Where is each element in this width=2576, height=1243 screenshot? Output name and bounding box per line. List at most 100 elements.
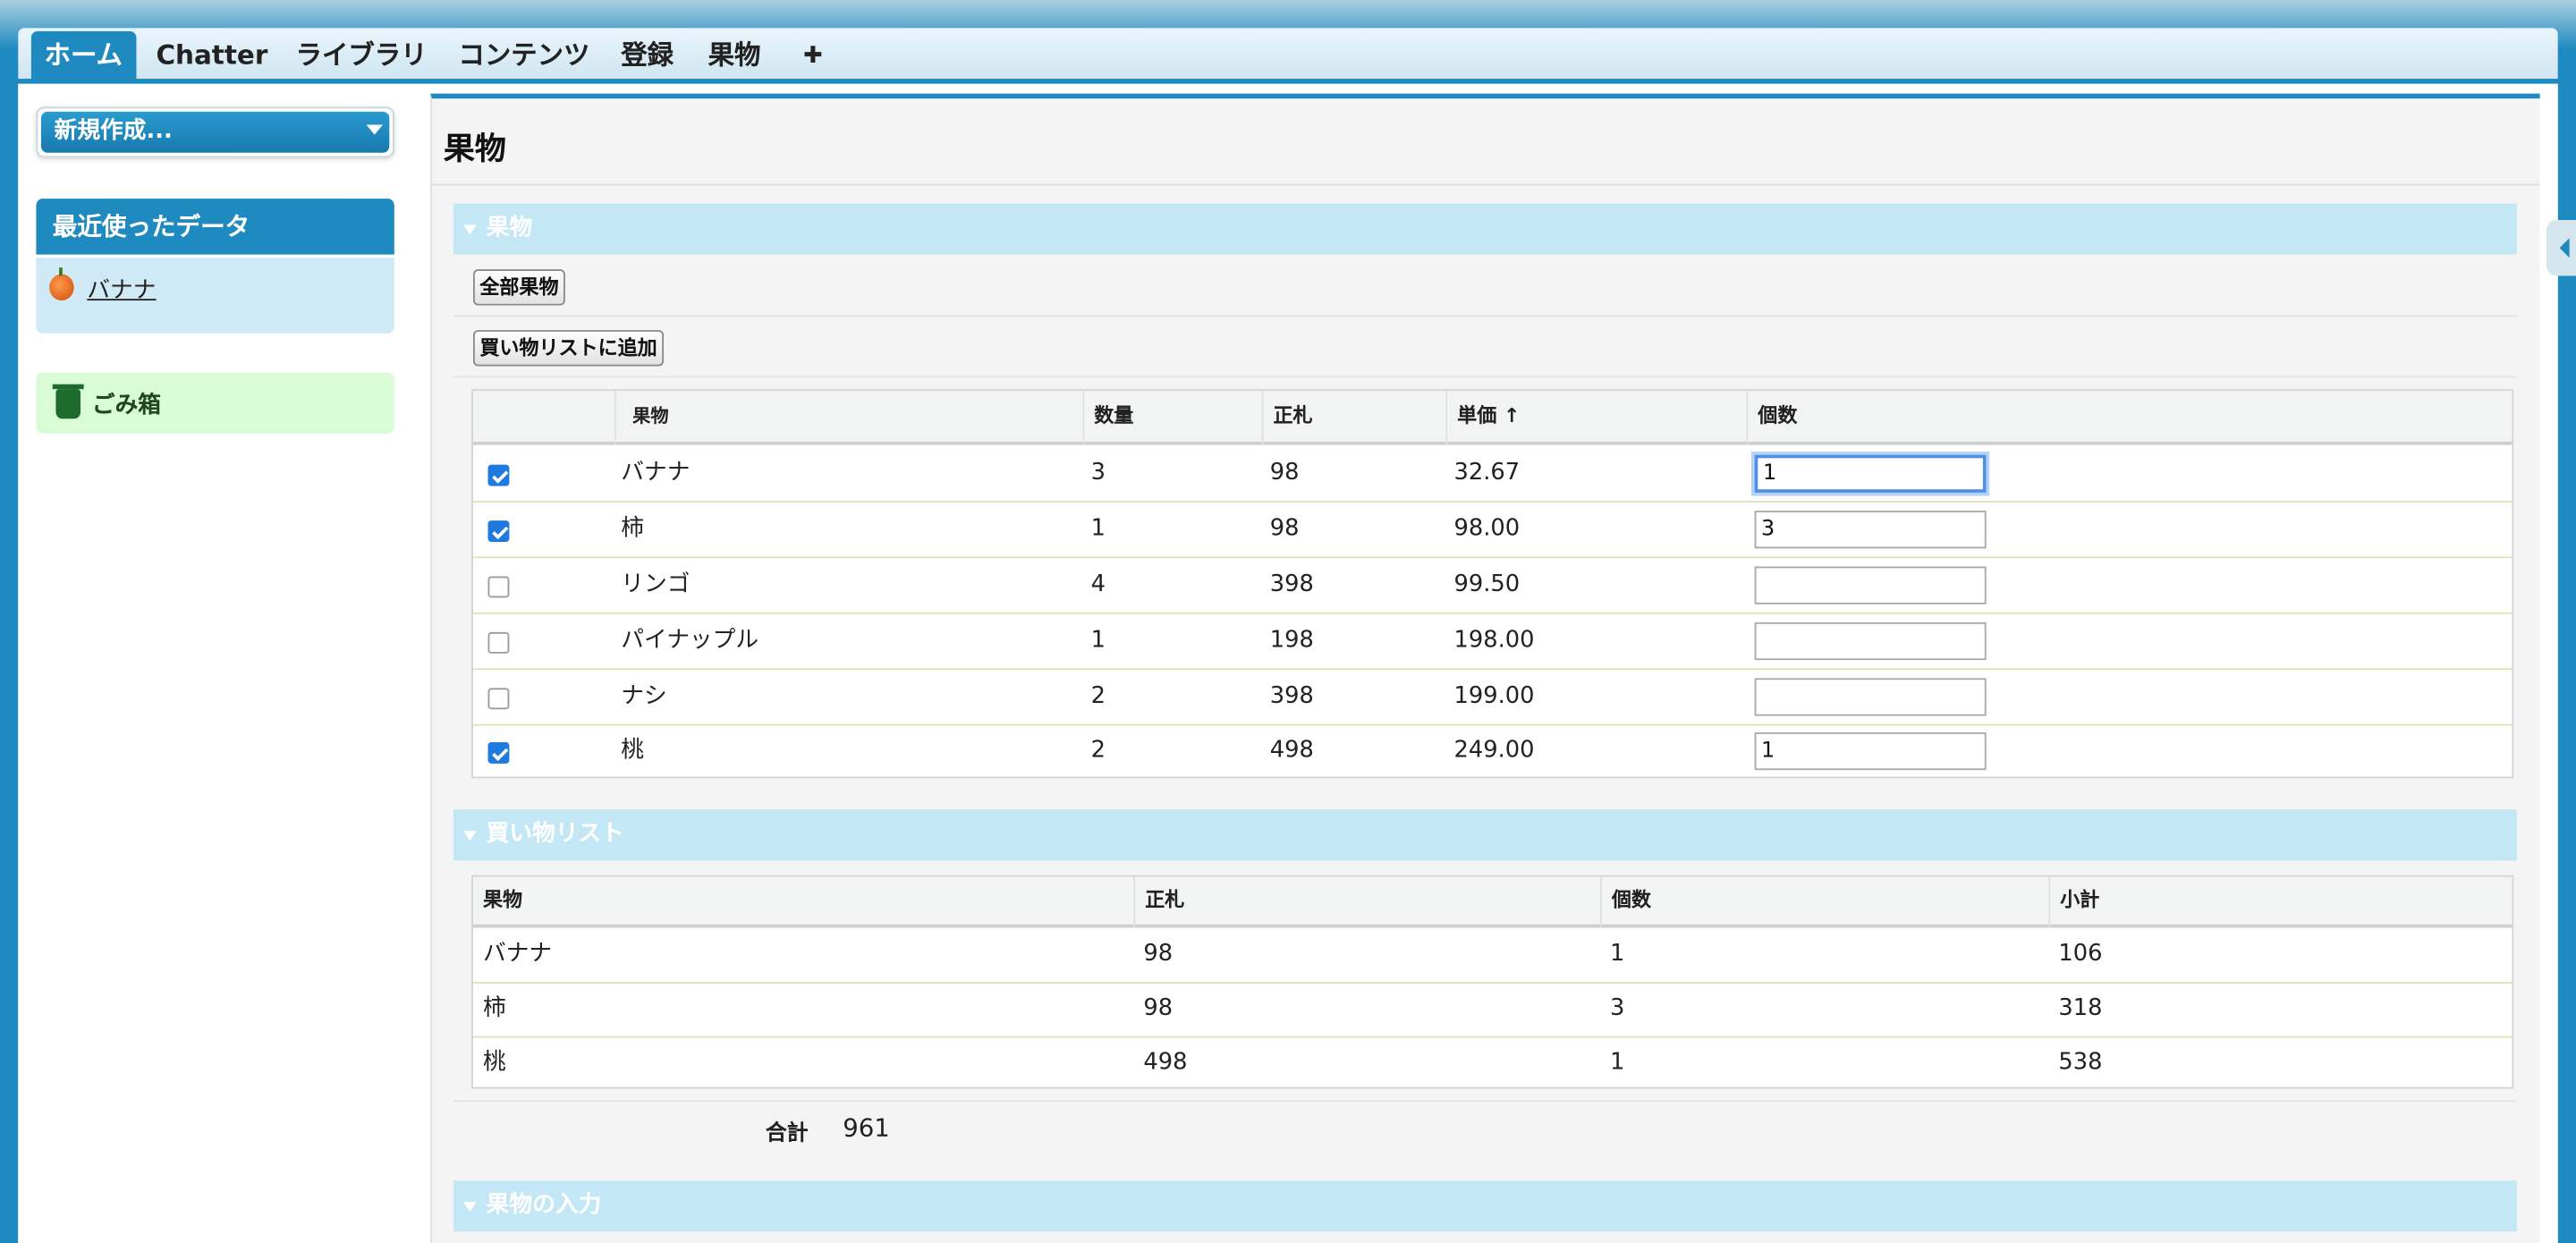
divider [453,376,2517,378]
table-row: 桃 2 498 249.00 1 [473,726,2512,777]
recent-item-link[interactable]: バナナ [87,273,156,306]
recent-items-title: 最近使ったデータ [36,199,394,255]
fruit-name: パイナップル [621,627,759,654]
collapse-sidebar-handle[interactable] [2546,220,2576,276]
fruit-name: バナナ [621,460,691,486]
column-header-count[interactable]: 個数 [1746,391,2512,445]
count: 1 [1610,941,1625,968]
table-row: リンゴ 4 398 99.50 [472,558,2512,614]
count-input[interactable] [1754,622,1987,661]
price: 98 [1143,941,1174,968]
fruit-name: 柿 [621,515,645,542]
section-title: 果物 [486,215,533,241]
column-header-count: 個数 [1599,876,2048,928]
all-fruit-button[interactable]: 全部果物 [472,269,565,306]
count-input[interactable] [1754,678,1987,716]
fruit-name: 柿 [483,994,506,1022]
tab-register[interactable]: 登録 [614,35,680,80]
tab-content[interactable]: コンテンツ [452,35,597,80]
row-checkbox[interactable] [487,741,510,764]
add-tab-icon[interactable]: ✚ [797,35,829,80]
column-header-price: 正札 [1133,876,1600,928]
divider [453,315,2517,317]
divider [453,1100,2517,1103]
section-title: 買い物リスト [486,821,624,848]
table-row: 桃 498 1 538 [473,1037,2512,1087]
tab-bar: ホーム Chatter ライブラリ コンテンツ 登録 果物 ✚ [18,28,2558,84]
price: 498 [1143,1049,1188,1076]
count-input[interactable]: 3 [1754,511,1987,549]
trash-icon [52,384,84,419]
unit-price: 99.50 [1453,571,1521,598]
row-checkbox[interactable] [487,631,510,654]
shopping-list-table: 果物 正札 個数 小計 バナナ 98 1 106 柿 98 3 318 桃 49… [471,875,2514,1089]
add-to-shopping-list-button[interactable]: 買い物リストに追加 [472,330,665,367]
fruit-name: リンゴ [621,571,691,598]
row-checkbox[interactable] [487,520,510,542]
fruit-icon [49,267,74,301]
row-checkbox[interactable] [487,576,510,598]
page-title: 果物 [443,131,506,168]
price: 98 [1269,460,1300,486]
quantity: 1 [1090,627,1106,654]
column-header-subtotal: 小計 [2048,876,2512,928]
fruit-table-header: 果物 数量 正札 単価 ↑ 個数 [472,391,2512,445]
quantity: 4 [1090,571,1106,598]
total-value: 961 [843,1112,890,1143]
tab-library[interactable]: ライブラリ [289,35,434,80]
column-header-price[interactable]: 正札 [1261,391,1446,445]
subtotal: 538 [2058,1049,2103,1076]
fruit-name: ナシ [621,682,667,710]
table-row: ナシ 2 398 199.00 [472,670,2512,726]
row-checkbox[interactable] [487,464,510,486]
section-header-fruit[interactable]: 果物 [453,203,2517,255]
chevron-down-icon [366,124,383,135]
tab-home[interactable]: ホーム [30,30,136,84]
unit-price: 249.00 [1453,737,1535,764]
row-checkbox[interactable] [487,688,510,710]
price: 398 [1269,682,1314,710]
section-title: 果物の入力 [486,1192,602,1219]
table-row: バナナ 98 1 106 [472,929,2512,984]
shopping-table-header: 果物 正札 個数 小計 [472,876,2512,928]
column-header-unit-price[interactable]: 単価 ↑ [1445,391,1746,445]
table-row: バナナ 3 98 32.67 1 [472,446,2512,503]
section-header-fruit-input[interactable]: 果物の入力 [453,1180,2517,1232]
quantity: 3 [1090,460,1106,486]
price: 98 [1143,994,1174,1022]
quantity: 2 [1090,682,1106,710]
count: 1 [1610,1049,1625,1076]
count-input[interactable]: 1 [1754,731,1987,771]
count-input[interactable]: 1 [1754,454,1987,493]
column-header-fruit: 果物 [483,888,523,912]
collapse-caret-icon [462,1202,477,1213]
recycle-bin-label: ごみ箱 [91,392,162,419]
table-row: 柿 98 3 318 [472,984,2512,1038]
price: 498 [1269,737,1314,764]
main-panel: 果物 果物 全部果物 買い物リストに追加 果物 数量 正札 単価 ↑ 個数 バナ… [430,93,2540,1243]
column-header-fruit[interactable]: 果物 [614,391,1082,445]
unit-price: 32.67 [1453,460,1521,486]
price: 98 [1269,515,1300,542]
unit-price: 198.00 [1453,627,1535,654]
price: 398 [1269,571,1314,598]
quantity: 1 [1090,515,1106,542]
table-row: パイナップル 1 198 198.00 [472,614,2512,671]
table-row: 柿 1 98 98.00 3 [472,503,2512,559]
tab-fruit[interactable]: 果物 [701,35,767,80]
fruit-name: バナナ [483,941,553,968]
create-new-dropdown[interactable]: 新規作成... [36,106,394,158]
section-header-shopping-list[interactable]: 買い物リスト [453,809,2517,861]
recycle-bin[interactable]: ごみ箱 [36,372,394,434]
unit-price: 98.00 [1453,515,1521,542]
sidebar: 新規作成... 最近使ったデータ バナナ ごみ箱 [18,84,412,1243]
collapse-caret-icon [462,831,477,841]
fruit-name: 桃 [621,737,645,764]
fruit-name: 桃 [483,1049,506,1076]
column-header-quantity[interactable]: 数量 [1082,391,1261,445]
total-label: 合計 [765,1121,809,1146]
count-input[interactable] [1754,566,1987,605]
tab-chatter[interactable]: Chatter [149,35,275,80]
unit-price: 199.00 [1453,682,1535,710]
fruit-table: 果物 数量 正札 単価 ↑ 個数 バナナ 3 98 32.67 1 柿 1 98 [471,389,2514,779]
